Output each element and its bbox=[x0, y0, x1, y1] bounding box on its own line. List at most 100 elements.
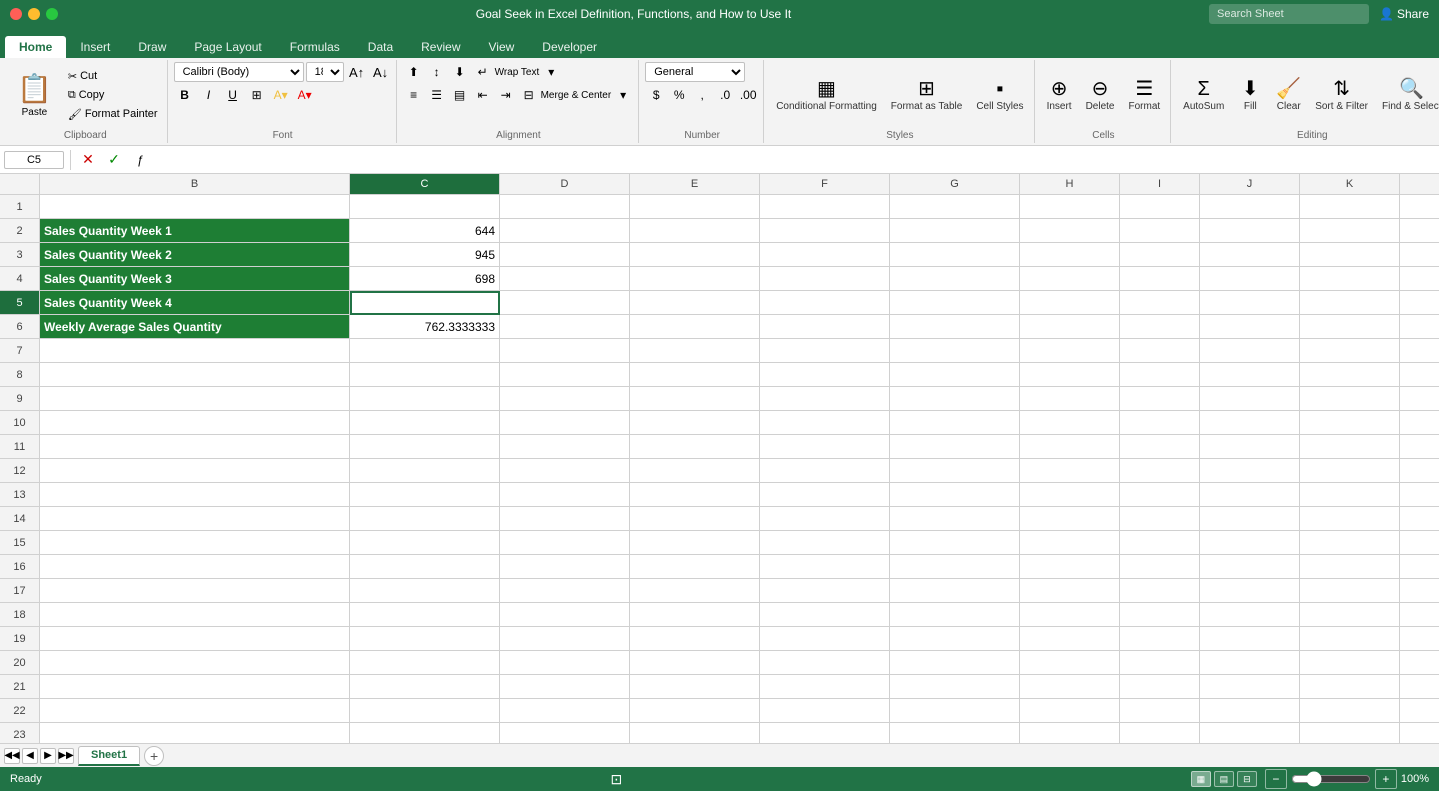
cell-l5[interactable] bbox=[1400, 291, 1439, 315]
cell-j2[interactable] bbox=[1200, 219, 1300, 243]
cancel-formula-button[interactable]: ✕ bbox=[77, 150, 99, 170]
cell-styles-button[interactable]: ▪ Cell Styles bbox=[970, 65, 1029, 125]
increase-decimal-button[interactable]: .00 bbox=[737, 85, 759, 105]
format-button[interactable]: ☰ Format bbox=[1122, 65, 1166, 125]
col-header-f[interactable]: F bbox=[760, 174, 890, 194]
cell-e6[interactable] bbox=[630, 315, 760, 339]
cell-h3[interactable] bbox=[1020, 243, 1120, 267]
cell-e1[interactable] bbox=[630, 195, 760, 219]
cell-k23[interactable] bbox=[1300, 723, 1400, 743]
col-header-d[interactable]: D bbox=[500, 174, 630, 194]
cell-c5[interactable] bbox=[350, 291, 500, 315]
zoom-out-button[interactable]: − bbox=[1265, 769, 1287, 789]
cell-g16[interactable] bbox=[890, 555, 1020, 579]
row-header-20[interactable]: 20 bbox=[0, 651, 40, 675]
col-header-b[interactable]: B bbox=[40, 174, 350, 194]
cell-d2[interactable] bbox=[500, 219, 630, 243]
cell-i11[interactable] bbox=[1120, 435, 1200, 459]
cell-f16[interactable] bbox=[760, 555, 890, 579]
cell-g18[interactable] bbox=[890, 603, 1020, 627]
cell-g15[interactable] bbox=[890, 531, 1020, 555]
cell-k2[interactable] bbox=[1300, 219, 1400, 243]
cell-d20[interactable] bbox=[500, 651, 630, 675]
cell-j15[interactable] bbox=[1200, 531, 1300, 555]
page-layout-view-button[interactable]: ▤ bbox=[1214, 771, 1234, 787]
row-header-18[interactable]: 18 bbox=[0, 603, 40, 627]
cell-b2[interactable]: Sales Quantity Week 1 bbox=[40, 219, 350, 243]
share-button[interactable]: 👤 Share bbox=[1379, 7, 1429, 21]
find-select-button[interactable]: 🔍 Find & Select bbox=[1376, 65, 1439, 125]
cell-l12[interactable] bbox=[1400, 459, 1439, 483]
cell-b14[interactable] bbox=[40, 507, 350, 531]
row-header-12[interactable]: 12 bbox=[0, 459, 40, 483]
cell-e13[interactable] bbox=[630, 483, 760, 507]
cell-g19[interactable] bbox=[890, 627, 1020, 651]
cell-h6[interactable] bbox=[1020, 315, 1120, 339]
cell-f9[interactable] bbox=[760, 387, 890, 411]
cell-e11[interactable] bbox=[630, 435, 760, 459]
first-sheet-button[interactable]: ◀◀ bbox=[4, 748, 20, 764]
cell-h11[interactable] bbox=[1020, 435, 1120, 459]
cell-b10[interactable] bbox=[40, 411, 350, 435]
col-header-e[interactable]: E bbox=[630, 174, 760, 194]
cell-j1[interactable] bbox=[1200, 195, 1300, 219]
cell-j20[interactable] bbox=[1200, 651, 1300, 675]
cell-i23[interactable] bbox=[1120, 723, 1200, 743]
align-bottom-button[interactable]: ⬇ bbox=[449, 62, 471, 82]
row-header-22[interactable]: 22 bbox=[0, 699, 40, 723]
cell-g6[interactable] bbox=[890, 315, 1020, 339]
normal-view-button[interactable]: ▦ bbox=[1191, 771, 1211, 787]
cell-k18[interactable] bbox=[1300, 603, 1400, 627]
cell-l22[interactable] bbox=[1400, 699, 1439, 723]
cell-e4[interactable] bbox=[630, 267, 760, 291]
cell-k6[interactable] bbox=[1300, 315, 1400, 339]
cell-c18[interactable] bbox=[350, 603, 500, 627]
cell-f3[interactable] bbox=[760, 243, 890, 267]
cell-h14[interactable] bbox=[1020, 507, 1120, 531]
tab-formulas[interactable]: Formulas bbox=[276, 36, 354, 58]
cell-i10[interactable] bbox=[1120, 411, 1200, 435]
increase-font-button[interactable]: A↑ bbox=[346, 62, 368, 82]
cell-b11[interactable] bbox=[40, 435, 350, 459]
cell-h1[interactable] bbox=[1020, 195, 1120, 219]
cell-j13[interactable] bbox=[1200, 483, 1300, 507]
page-break-view-button[interactable]: ⊟ bbox=[1237, 771, 1257, 787]
cell-l19[interactable] bbox=[1400, 627, 1439, 651]
cell-f22[interactable] bbox=[760, 699, 890, 723]
zoom-in-button[interactable]: + bbox=[1375, 769, 1397, 789]
fill-button[interactable]: ⬇ Fill bbox=[1232, 65, 1268, 125]
row-header-17[interactable]: 17 bbox=[0, 579, 40, 603]
cell-i16[interactable] bbox=[1120, 555, 1200, 579]
cell-l8[interactable] bbox=[1400, 363, 1439, 387]
row-header-15[interactable]: 15 bbox=[0, 531, 40, 555]
cell-i22[interactable] bbox=[1120, 699, 1200, 723]
cell-k15[interactable] bbox=[1300, 531, 1400, 555]
cell-j9[interactable] bbox=[1200, 387, 1300, 411]
cell-e7[interactable] bbox=[630, 339, 760, 363]
cell-i2[interactable] bbox=[1120, 219, 1200, 243]
cell-i12[interactable] bbox=[1120, 459, 1200, 483]
cell-k14[interactable] bbox=[1300, 507, 1400, 531]
cell-d7[interactable] bbox=[500, 339, 630, 363]
cell-d15[interactable] bbox=[500, 531, 630, 555]
cell-h9[interactable] bbox=[1020, 387, 1120, 411]
conditional-formatting-button[interactable]: ▦ Conditional Formatting bbox=[770, 65, 883, 125]
cell-e17[interactable] bbox=[630, 579, 760, 603]
cell-h20[interactable] bbox=[1020, 651, 1120, 675]
font-family-select[interactable]: Calibri (Body) bbox=[174, 62, 304, 82]
cell-c9[interactable] bbox=[350, 387, 500, 411]
cell-b18[interactable] bbox=[40, 603, 350, 627]
zoom-slider[interactable] bbox=[1291, 771, 1371, 787]
cell-b22[interactable] bbox=[40, 699, 350, 723]
col-header-g[interactable]: G bbox=[890, 174, 1020, 194]
cell-d23[interactable] bbox=[500, 723, 630, 743]
row-header-21[interactable]: 21 bbox=[0, 675, 40, 699]
cell-c6[interactable]: 762.3333333 bbox=[350, 315, 500, 339]
cell-c16[interactable] bbox=[350, 555, 500, 579]
copy-button[interactable]: ⧉ Copy bbox=[63, 86, 163, 104]
cell-f2[interactable] bbox=[760, 219, 890, 243]
cell-d5[interactable] bbox=[500, 291, 630, 315]
cell-j17[interactable] bbox=[1200, 579, 1300, 603]
cell-g17[interactable] bbox=[890, 579, 1020, 603]
cell-f14[interactable] bbox=[760, 507, 890, 531]
